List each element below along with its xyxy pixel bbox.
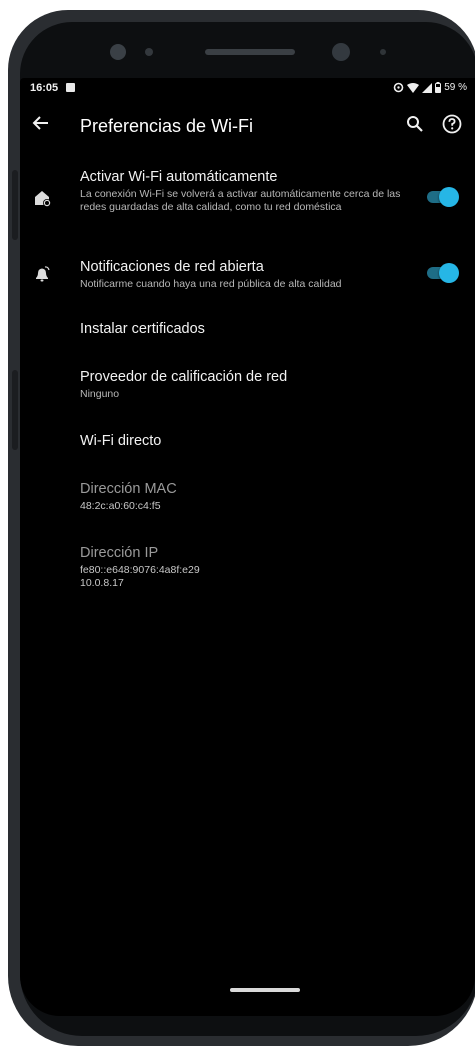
status-time: 16:05 [30,82,59,94]
pref-mac-address: Dirección MAC 48:2c:a0:60:c4:f5 [80,480,405,513]
pref-auto-wifi-subtitle: La conexión Wi-Fi se volverá a activar a… [80,188,401,213]
signal-icon [422,82,433,93]
search-icon[interactable] [405,114,425,134]
volume-button [12,170,18,240]
open-network-toggle-thumb [439,263,459,283]
auto-wifi-toggle[interactable] [423,187,459,207]
pref-mac-address-title: Dirección MAC [80,481,177,497]
pref-wifi-direct-title: Wi-Fi directo [80,433,162,449]
help-icon[interactable] [441,113,463,135]
proximity-sensor [145,48,153,56]
app-bar: Preferencias de Wi-Fi [20,104,475,144]
battery-percentage: 59 % [444,82,467,93]
data-saver-icon [393,82,404,93]
pref-network-rating-provider[interactable]: Proveedor de calificación de red Ninguno [80,368,405,401]
pref-open-network-title: Notificaciones de red abierta [80,259,264,275]
pref-auto-wifi-title: Activar Wi-Fi automáticamente [80,169,278,185]
pref-network-rating-title: Proveedor de calificación de red [80,369,288,385]
gallery-notification-icon [66,83,75,92]
open-network-toggle[interactable] [423,263,459,283]
pref-open-network-notifications[interactable]: Notificaciones de red abierta Notificarm… [80,258,405,291]
pref-install-certificates[interactable]: Instalar certificados [80,320,405,338]
pref-ip-address-title: Dirección IP [80,545,159,561]
battery-icon [435,82,442,93]
earpiece-speaker [205,49,295,55]
pref-auto-wifi[interactable]: Activar Wi-Fi automáticamente La conexió… [80,168,405,214]
pref-ip-address: Dirección IP fe80::e648:9076:4a8f:e29 10… [80,544,405,590]
iris-sensor [110,44,126,60]
pref-ip-address-ipv6: fe80::e648:9076:4a8f:e29 [80,564,200,576]
pref-ip-address-ipv4: 10.0.8.17 [80,577,124,589]
pref-wifi-direct[interactable]: Wi-Fi directo [80,432,405,450]
front-camera [332,43,350,61]
page-title: Preferencias de Wi-Fi [80,116,254,136]
wifi-icon [407,82,420,93]
pref-mac-address-value: 48:2c:a0:60:c4:f5 [80,500,161,512]
back-arrow-icon[interactable] [30,112,52,134]
pref-install-certificates-title: Instalar certificados [80,321,205,337]
pref-network-rating-subtitle: Ninguno [80,388,120,400]
status-bar: 16:05 59 % [20,78,475,100]
light-sensor [380,49,386,55]
status-icons: 59 % [393,82,467,93]
pref-open-network-subtitle: Notificarme cuando haya una red pública … [80,278,342,290]
wifi-home-icon [35,191,51,207]
home-gesture-bar[interactable] [230,988,300,992]
screen: 16:05 59 % Preferencias de Wi-Fi Activar… [20,78,475,1016]
auto-wifi-toggle-thumb [439,187,459,207]
bixby-button [12,370,18,450]
notification-bell-icon [36,266,50,282]
